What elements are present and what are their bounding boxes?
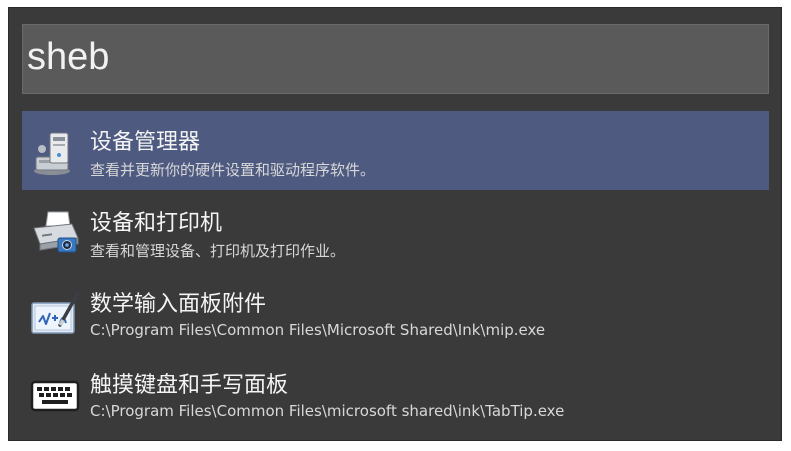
results-list: 设备管理器 查看并更新你的硬件设置和驱动程序软件。 设备和打印机 查看和管理设备… bbox=[22, 111, 769, 435]
search-box[interactable] bbox=[22, 24, 769, 94]
result-item-device-manager[interactable]: 设备管理器 查看并更新你的硬件设置和驱动程序软件。 bbox=[22, 111, 769, 190]
result-title: 数学输入面板附件 bbox=[90, 292, 267, 317]
result-item-math-input-panel[interactable]: 数学输入面板附件 C:\Program Files\Common Files\M… bbox=[22, 273, 769, 352]
result-item-touch-keyboard[interactable]: 触摸键盘和手写面板 C:\Program Files\Common Files\… bbox=[22, 354, 769, 433]
result-subtitle: 查看和管理设备、打印机及打印作业。 bbox=[90, 242, 346, 260]
result-subtitle: C:\Program Files\Common Files\microsoft … bbox=[90, 402, 565, 420]
printer-icon bbox=[33, 211, 79, 253]
result-title: 设备管理器 bbox=[90, 130, 201, 155]
result-title: 触摸键盘和手写面板 bbox=[90, 373, 289, 398]
device-manager-icon bbox=[34, 132, 70, 175]
result-subtitle: C:\Program Files\Common Files\Microsoft … bbox=[90, 321, 546, 339]
search-input[interactable] bbox=[23, 25, 768, 93]
launcher-window: 设备管理器 查看并更新你的硬件设置和驱动程序软件。 设备和打印机 查看和管理设备… bbox=[8, 7, 782, 441]
keyboard-icon bbox=[30, 380, 80, 412]
result-title: 设备和打印机 bbox=[90, 211, 223, 236]
result-item-devices-and-printers[interactable]: 设备和打印机 查看和管理设备、打印机及打印作业。 bbox=[22, 192, 769, 271]
math-input-panel-icon bbox=[31, 291, 80, 334]
result-subtitle: 查看并更新你的硬件设置和驱动程序软件。 bbox=[90, 161, 376, 179]
